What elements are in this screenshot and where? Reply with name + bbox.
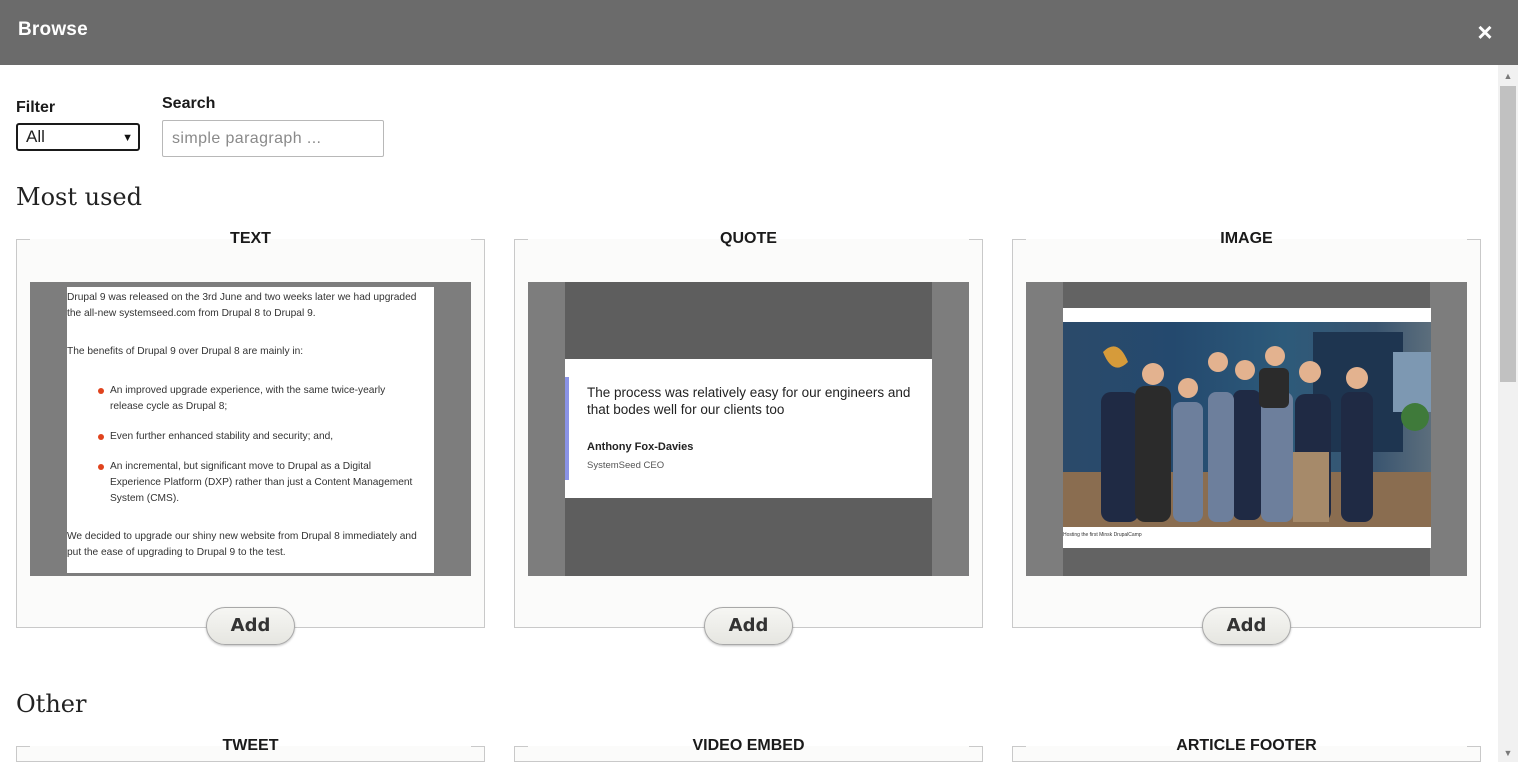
- image-caption: Hosting the first Minsk DrupalCamp: [1063, 532, 1142, 538]
- vertical-scrollbar[interactable]: ▲ ▼: [1498, 65, 1518, 762]
- component-card-tweet: TWEET: [16, 737, 485, 762]
- add-image-button[interactable]: Add: [1202, 607, 1291, 645]
- quote-author: Anthony Fox-Davies: [587, 441, 694, 453]
- quote-preview-image: The process was relatively easy for our …: [528, 282, 969, 576]
- preview-bullet: Even further enhanced stability and secu…: [98, 429, 415, 445]
- quote-role: SystemSeed CEO: [587, 460, 665, 471]
- quote-preview-card: The process was relatively easy for our …: [565, 359, 932, 498]
- card-title: IMAGE: [1220, 230, 1273, 247]
- section-title-most-used: Most used: [16, 183, 142, 211]
- group-photo-image: [1063, 322, 1431, 527]
- text-preview-document: Drupal 9 was released on the 3rd June an…: [67, 287, 434, 573]
- chevron-down-icon: ▼: [122, 132, 133, 144]
- bullet-dot-icon: [98, 464, 104, 470]
- text-preview-image: Drupal 9 was released on the 3rd June an…: [30, 282, 471, 576]
- scroll-up-arrow-icon[interactable]: ▲: [1498, 67, 1518, 85]
- section-title-other: Other: [16, 690, 87, 718]
- bullet-dot-icon: [98, 388, 104, 394]
- card-title: TWEET: [222, 737, 279, 754]
- search-label: Search: [162, 95, 216, 112]
- add-quote-button[interactable]: Add: [704, 607, 793, 645]
- preview-bullet: An improved upgrade experience, with the…: [98, 383, 415, 415]
- filter-label: Filter: [16, 99, 56, 116]
- filter-selected-value: All: [26, 127, 45, 146]
- add-text-button[interactable]: Add: [206, 607, 295, 645]
- component-card-text: TEXT Drupal 9 was released on the 3rd Ju…: [16, 230, 485, 628]
- image-preview: Hosting the first Minsk DrupalCamp: [1026, 282, 1467, 576]
- card-title: TEXT: [230, 230, 271, 247]
- search-input[interactable]: [162, 120, 384, 157]
- preview-paragraph: The benefits of Drupal 9 over Drupal 8 a…: [67, 346, 304, 357]
- preview-paragraph: We decided to upgrade our shiny new webs…: [67, 531, 417, 558]
- filter-select[interactable]: All ▼: [16, 123, 140, 151]
- card-title: ARTICLE FOOTER: [1176, 737, 1317, 754]
- dialog-title: Browse: [18, 19, 88, 40]
- component-card-image: IMAGE Hosting the first Minsk DrupalCamp: [1012, 230, 1481, 628]
- preview-bullet: An incremental, but significant move to …: [98, 459, 415, 507]
- preview-paragraph: Drupal 9 was released on the 3rd June an…: [67, 292, 417, 319]
- component-card-video-embed: VIDEO EMBED: [514, 737, 983, 762]
- scroll-down-arrow-icon[interactable]: ▼: [1498, 744, 1518, 762]
- bullet-dot-icon: [98, 434, 104, 440]
- component-card-article-footer: ARTICLE FOOTER: [1012, 737, 1481, 762]
- dialog-titlebar: Browse ×: [0, 0, 1518, 65]
- close-icon[interactable]: ×: [1470, 17, 1500, 47]
- quote-text: The process was relatively easy for our …: [587, 385, 911, 417]
- card-title: VIDEO EMBED: [692, 737, 805, 754]
- component-card-quote: QUOTE The process was relatively easy fo…: [514, 230, 983, 628]
- scrollbar-thumb[interactable]: [1500, 86, 1516, 382]
- card-title: QUOTE: [720, 230, 777, 247]
